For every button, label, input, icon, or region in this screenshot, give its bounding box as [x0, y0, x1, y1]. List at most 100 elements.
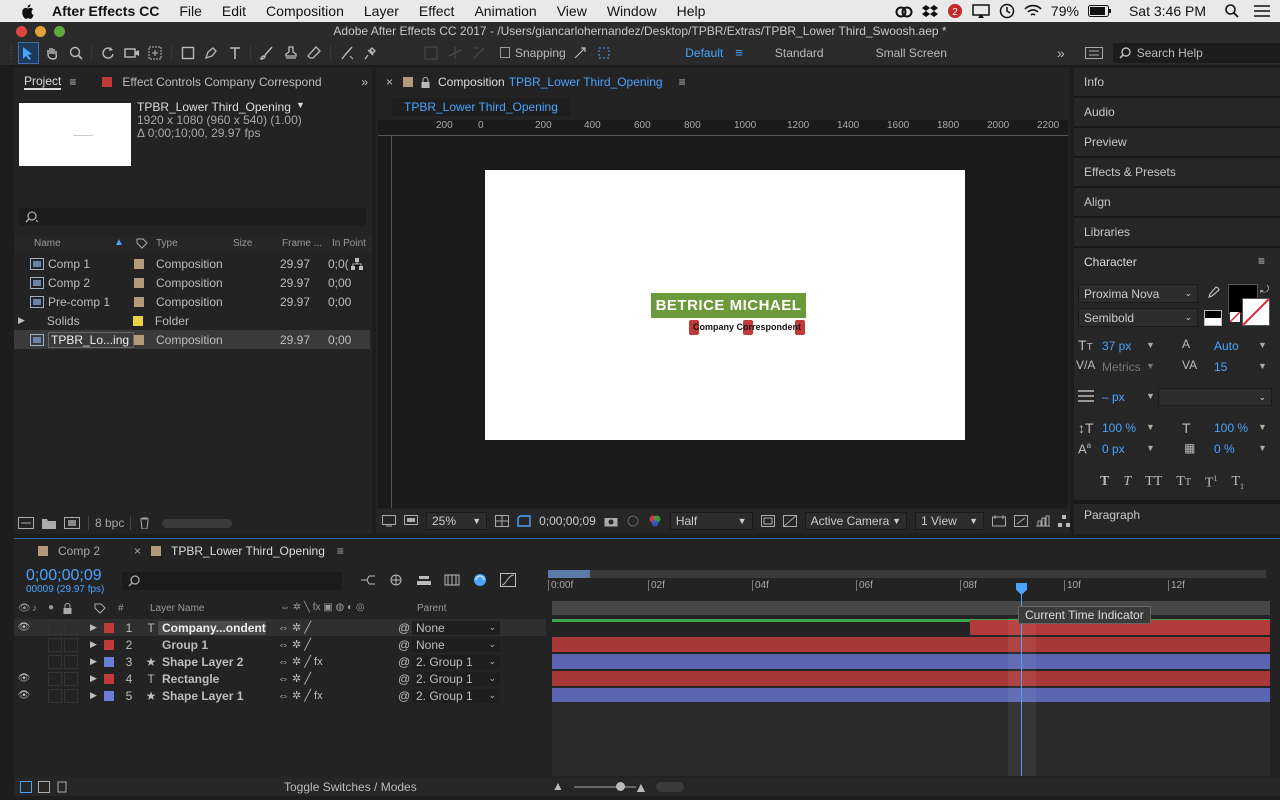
label-swatch[interactable]: [134, 258, 144, 269]
puppet-pin-tool-icon[interactable]: [360, 42, 381, 64]
chevron-down-icon[interactable]: ▼: [1258, 422, 1267, 432]
vertical-scale-value[interactable]: 100 %: [1102, 421, 1136, 435]
column-layer-name[interactable]: Layer Name: [150, 603, 204, 614]
pickwhip-icon[interactable]: @: [398, 655, 412, 669]
layer-name[interactable]: Shape Layer 1: [158, 689, 266, 703]
chevron-down-icon[interactable]: ▼: [1258, 443, 1267, 453]
audio-switch-icon[interactable]: ♪: [32, 603, 37, 614]
timeline-timecode[interactable]: 0;00;00;09: [26, 567, 102, 585]
tab-composition-label[interactable]: Composition: [438, 75, 505, 89]
region-of-interest-icon[interactable]: [760, 515, 775, 527]
dropbox-icon[interactable]: [921, 4, 938, 18]
layer-label-swatch[interactable]: [104, 673, 114, 684]
timeline-search-input[interactable]: [122, 572, 342, 590]
lock-switch-icon[interactable]: [63, 603, 72, 614]
timeline-icon[interactable]: [1036, 515, 1050, 527]
chevron-down-icon[interactable]: ▼: [1258, 361, 1267, 371]
resolution-dropdown[interactable]: Half ▼: [669, 512, 753, 530]
rectangle-tool-icon[interactable]: [177, 42, 198, 64]
layer-name[interactable]: Shape Layer 2: [158, 655, 266, 669]
views-dropdown[interactable]: 1 View ▼: [915, 512, 984, 530]
panel-menu-icon[interactable]: ≡: [679, 75, 686, 89]
chevron-down-icon[interactable]: ▼: [1146, 361, 1155, 371]
zoom-in-icon[interactable]: ▲: [634, 779, 648, 795]
stroke-color-swatch[interactable]: [1242, 298, 1270, 326]
expand-triangle-icon[interactable]: ▶: [90, 656, 104, 667]
column-name[interactable]: Name: [34, 238, 61, 249]
horizontal-scale-value[interactable]: 100 %: [1214, 421, 1248, 435]
time-ruler[interactable]: 0:00f 02f 04f 06f 08f 10f 12f: [548, 580, 1266, 598]
draft-3d-icon[interactable]: [388, 573, 404, 587]
panel-character-title[interactable]: Character: [1084, 255, 1137, 269]
safe-margins-icon[interactable]: [495, 515, 510, 527]
expand-triangle-icon[interactable]: ▶: [90, 639, 104, 650]
parent-dropdown[interactable]: None ⌄: [412, 637, 500, 652]
eraser-tool-icon[interactable]: [304, 42, 325, 64]
label-swatch[interactable]: [132, 315, 143, 326]
menu-edit[interactable]: Edit: [212, 3, 256, 19]
frame-blending-icon[interactable]: [444, 573, 460, 587]
airplay-icon[interactable]: [972, 4, 990, 18]
always-preview-icon[interactable]: [382, 515, 396, 527]
wifi-icon[interactable]: [1024, 4, 1042, 18]
new-composition-icon[interactable]: [64, 517, 80, 529]
tab-project[interactable]: Project: [24, 74, 62, 90]
parent-dropdown[interactable]: 2. Group 1 ⌄: [412, 688, 500, 703]
search-help-field[interactable]: Search Help: [1112, 42, 1280, 63]
project-scrollbar[interactable]: [162, 518, 233, 528]
roto-brush-tool-icon[interactable]: [336, 42, 357, 64]
lock-toggle[interactable]: [64, 620, 78, 635]
stroke-style-dropdown[interactable]: ⌄: [1158, 388, 1272, 406]
tracking-value[interactable]: 15: [1214, 360, 1227, 374]
solo-toggle[interactable]: [48, 620, 62, 635]
eye-icon[interactable]: 👁: [14, 622, 34, 633]
chevron-down-icon[interactable]: ▼: [1146, 391, 1155, 401]
snap-features-icon[interactable]: [593, 42, 614, 64]
layer-duration-bar[interactable]: [552, 637, 1270, 652]
zoom-slider[interactable]: [574, 786, 636, 788]
parent-dropdown[interactable]: 2. Group 1 ⌄: [412, 671, 500, 686]
flowchart-icon[interactable]: [350, 257, 363, 270]
new-folder-icon[interactable]: [42, 518, 56, 529]
layer-label-swatch[interactable]: [104, 690, 114, 701]
workspace-standard[interactable]: Standard: [763, 46, 836, 60]
snapping-checkbox[interactable]: [499, 47, 510, 58]
selected-item-dropdown-icon[interactable]: ▼: [296, 100, 305, 110]
project-item-comp-2[interactable]: Comp 2 Composition 29.97 0;00: [14, 273, 370, 292]
layer-row[interactable]: 👁 ▶ 1 T Company...ondent ⇔ ✲ ╱ @ None ⌄: [14, 619, 546, 636]
layer-name[interactable]: Rectangle: [158, 672, 266, 686]
battery-icon[interactable]: [1087, 5, 1112, 17]
project-item-comp-1[interactable]: Comp 1 Composition 29.97 0;0(: [14, 254, 370, 273]
graph-editor-icon[interactable]: [500, 573, 516, 587]
workspace-default[interactable]: Default: [673, 46, 735, 60]
no-stroke-icon[interactable]: [1230, 312, 1240, 322]
baseline-shift-value[interactable]: 0 px: [1102, 442, 1125, 456]
layer-row[interactable]: 👁 ▶ 5 ★ Shape Layer 1 ⇔ ✲ ╱ fx @2. Group 1 ⌄: [14, 687, 546, 704]
comp-mini-flowchart-icon[interactable]: [360, 573, 376, 587]
superscript-button[interactable]: T1: [1205, 474, 1218, 492]
transfer-controls-icon[interactable]: [38, 781, 50, 793]
expand-triangle-icon[interactable]: ▶: [90, 690, 104, 701]
panel-effects-presets[interactable]: Effects & Presets: [1084, 165, 1176, 179]
mask-visibility-icon[interactable]: [517, 515, 531, 527]
lock-icon[interactable]: [421, 76, 430, 88]
panel-menu-icon[interactable]: ≡: [69, 75, 76, 89]
video-switch-icon[interactable]: 👁: [18, 603, 31, 614]
comp-timecode[interactable]: 0;00;00;09: [539, 514, 596, 528]
disclosure-triangle-icon[interactable]: ▶: [18, 315, 25, 326]
label-column-icon[interactable]: [94, 603, 106, 614]
rotate-tool-icon[interactable]: [98, 42, 119, 64]
trash-icon[interactable]: [139, 517, 150, 529]
menu-animation[interactable]: Animation: [464, 3, 546, 19]
expand-triangle-icon[interactable]: ▶: [90, 622, 104, 633]
lock-toggle[interactable]: [64, 688, 78, 703]
panel-info[interactable]: Info: [1084, 75, 1104, 89]
layer-name[interactable]: Group 1: [158, 638, 266, 652]
project-item-pre-comp-1[interactable]: Pre-comp 1 Composition 29.97 0;00: [14, 292, 370, 311]
comp-breadcrumb[interactable]: TPBR_Lower Third_Opening: [392, 98, 570, 116]
record-icon[interactable]: 2: [947, 3, 963, 19]
pickwhip-icon[interactable]: @: [398, 621, 412, 635]
clock[interactable]: Sat 3:46 PM: [1129, 3, 1206, 19]
workspace-overflow-icon[interactable]: »: [1057, 45, 1065, 61]
all-caps-button[interactable]: TT: [1145, 474, 1162, 492]
